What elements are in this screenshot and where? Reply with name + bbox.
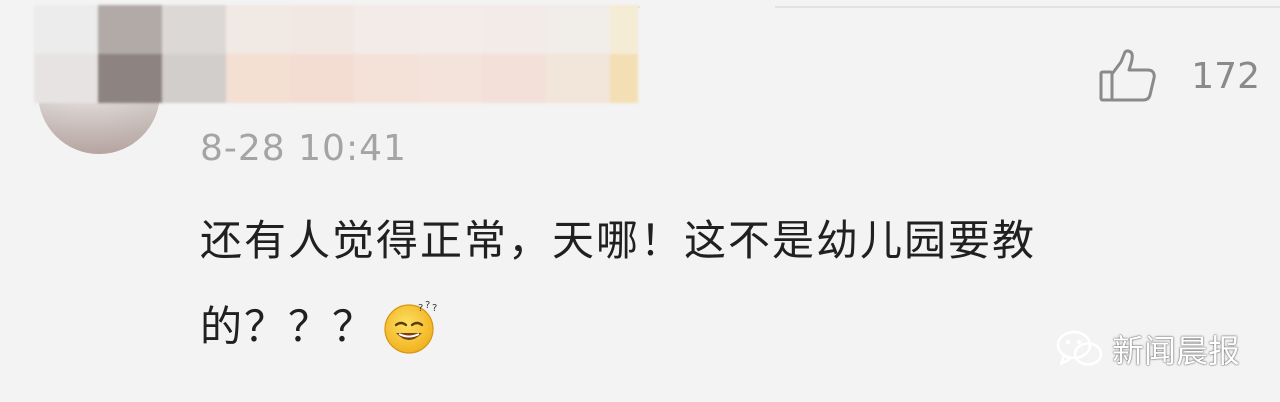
- pixel-column: [482, 5, 546, 103]
- like-count: 172: [1191, 55, 1260, 97]
- comment-text: 还有人觉得正常，天哪！这不是幼儿园要教的？？？: [200, 216, 1037, 351]
- watermark-label: 新闻晨报: [1111, 332, 1240, 370]
- pixel-column: [290, 5, 354, 103]
- pixel-column: [354, 5, 418, 103]
- username-blurred[interactable]: [34, 5, 638, 103]
- pixel-column: [546, 5, 610, 103]
- wechat-icon: [1056, 330, 1103, 366]
- pixel-column: [226, 5, 290, 103]
- top-divider-right: [775, 6, 1280, 8]
- watermark: 新闻晨报: [1056, 326, 1240, 372]
- pixel-column: [162, 5, 226, 103]
- comment-timestamp: 8-28 10:41: [200, 128, 407, 169]
- pixel-column: [98, 5, 162, 103]
- svg-text:?: ?: [432, 303, 439, 314]
- thumbs-up-icon: [1099, 49, 1157, 102]
- pixel-column: [34, 5, 98, 103]
- like-button[interactable]: 172: [1099, 48, 1260, 104]
- dizzy-smile-emoji-icon: ? ? ?: [384, 300, 439, 354]
- pixel-column: [610, 5, 638, 103]
- avatar-shade: [38, 99, 160, 154]
- pixel-column: [418, 5, 482, 103]
